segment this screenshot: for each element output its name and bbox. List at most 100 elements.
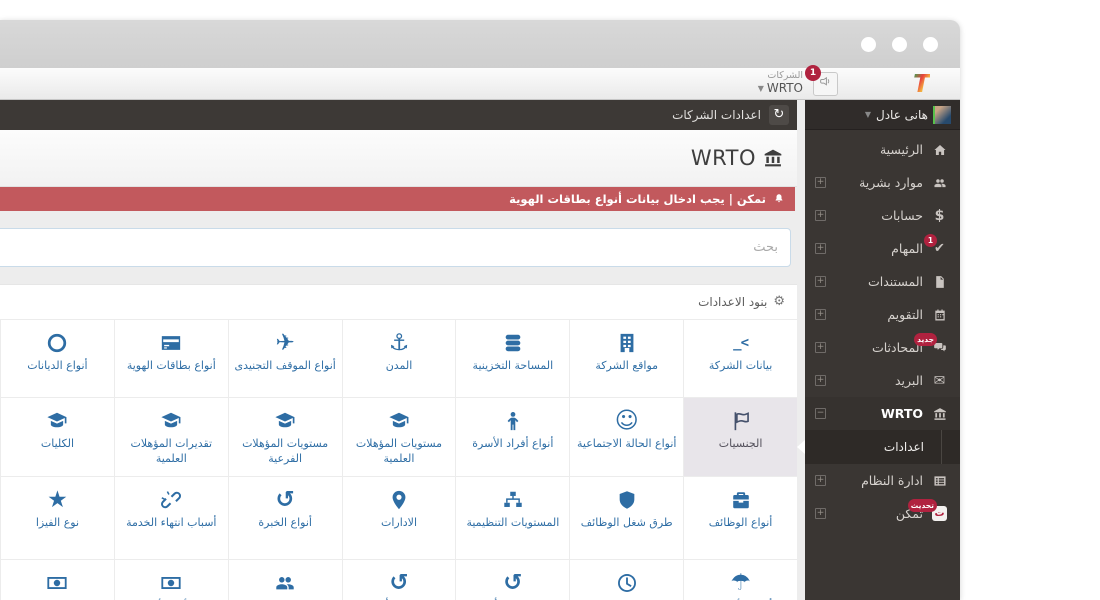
sidebar-item-hr[interactable]: موارد بشرية+ (805, 166, 960, 199)
sidebar-nav: الرئيسيةموارد بشرية+$حسابات+✔المهام1+الم… (805, 130, 960, 530)
sidebar-item-system-admin[interactable]: ادارة النظام+ (805, 464, 960, 497)
window-controls[interactable] (861, 37, 938, 52)
settings-tile-label: المستويات التنظيمية (456, 513, 569, 530)
company-selector-value: WRTO (767, 81, 803, 96)
section-header: ⚙ بنود الاعدادات (0, 285, 797, 309)
settings-tile-history-3-3[interactable]: ↺اعدادات التأمينات (342, 560, 456, 600)
settings-tile-history-2-4[interactable]: ↺أنواع الخبرة (228, 477, 342, 560)
jet-icon: ✈ (229, 329, 342, 356)
expander-icon[interactable]: + (815, 309, 826, 320)
settings-tile-shield-2-1[interactable]: طرق شغل الوظائف (569, 477, 683, 560)
expander-icon[interactable]: − (815, 408, 826, 419)
settings-tile-label: بنود الأجر الأساسية (115, 596, 228, 600)
settings-tile-terminal-0-0[interactable]: >_بيانات الشركة (683, 320, 797, 398)
settings-tile-jet-0-4[interactable]: ✈أنواع الموقف التجنيدى (228, 320, 342, 398)
settings-tile-child-1-2[interactable]: أنواع أفراد الأسرة (455, 398, 569, 477)
expander-icon[interactable]: + (815, 276, 826, 287)
sidebar-item-calendar[interactable]: التقويم+ (805, 298, 960, 331)
user-menu[interactable]: هانى عادل ▼ (805, 100, 960, 130)
window-control-dot[interactable] (892, 37, 907, 52)
settings-tile-label: المساحة التخزينية (456, 356, 569, 373)
expander-icon[interactable]: + (815, 177, 826, 188)
settings-tile-gradcap-1-5[interactable]: تقديرات المؤهلات العلمية (114, 398, 228, 477)
sidebar-item-tasks[interactable]: ✔المهام1+ (805, 232, 960, 265)
alert-text: تمكن | يجب ادخال بيانات أنواع بطاقات اله… (509, 192, 766, 206)
settings-tile-money-3-6[interactable]: بنود الاستقطاعات (0, 560, 114, 600)
settings-tile-anchor-0-3[interactable]: ⚓المدن (342, 320, 456, 398)
file-icon (929, 275, 950, 289)
settings-panel: ⚙ بنود الاعدادات >_بيانات الشركةمواقع ال… (0, 284, 797, 600)
settings-tile-briefcase-2-0[interactable]: أنواع الوظائف (683, 477, 797, 560)
sidebar-item-label: موارد بشرية (826, 175, 929, 190)
sidebar-item-tamakon[interactable]: تتمكنتحديث+ (805, 497, 960, 530)
settings-tile-pin-2-3[interactable]: الادارات (342, 477, 456, 560)
sidebar-item-home[interactable]: الرئيسية (805, 133, 960, 166)
history-icon: ↺ (456, 569, 569, 596)
settings-tile-database-0-2[interactable]: المساحة التخزينية (455, 320, 569, 398)
settings-tile-building-0-1[interactable]: مواقع الشركة (569, 320, 683, 398)
expander-icon[interactable]: + (815, 243, 826, 254)
settings-tile-circle-0-6[interactable]: أنواع الديانات (0, 320, 114, 398)
money-icon (115, 569, 228, 596)
settings-tile-clock-3-1[interactable]: ساعات العمل (569, 560, 683, 600)
settings-tile-idcard-0-5[interactable]: أنواع بطاقات الهوية (114, 320, 228, 398)
page-header: ↻ اعدادات الشركات (0, 100, 797, 130)
notifications-button[interactable]: 1 (813, 72, 838, 96)
settings-tile-label: مستويات المؤهلات الفرعية (229, 434, 342, 467)
sidebar-item-accounts[interactable]: $حسابات+ (805, 199, 960, 232)
clock-icon (570, 569, 683, 596)
sidebar-item-wrto[interactable]: WRTO− (805, 397, 960, 430)
settings-tile-label: المدن (343, 356, 456, 373)
chevron-down-icon: ▼ (865, 110, 871, 119)
expander-icon[interactable]: + (815, 508, 826, 519)
sidebar-item-label: المحادثات (826, 340, 929, 355)
settings-tile-label: نوع الفيزا (1, 513, 114, 530)
settings-tile-label: الادارات (343, 513, 456, 530)
star-icon: ★ (1, 486, 114, 513)
refresh-button[interactable]: ↻ (769, 105, 789, 125)
settings-tile-money-3-5[interactable]: بنود الأجر الأساسية (114, 560, 228, 600)
settings-tile-umbrella-3-0[interactable]: ☂أنواع الأجازات الاعتيادية (683, 560, 797, 600)
shield-icon (570, 486, 683, 513)
sidebar-item-label: الرئيسية (815, 142, 929, 157)
expander-icon[interactable]: + (815, 375, 826, 386)
settings-tile-label: طرق شغل الوظائف (570, 513, 683, 530)
gradcap-icon (343, 407, 456, 434)
sidebar-item-chats[interactable]: المحادثاتجديد+ (805, 331, 960, 364)
window-control-dot[interactable] (861, 37, 876, 52)
company-selector[interactable]: الشركات WRTO ▼ (758, 70, 803, 96)
settings-grid: >_بيانات الشركةمواقع الشركةالمساحة التخز… (0, 319, 797, 600)
expander-icon[interactable]: + (815, 210, 826, 221)
settings-tile-flag-1-0[interactable]: الجنسيات (683, 398, 797, 477)
search-input[interactable] (0, 228, 791, 267)
settings-tile-gradcap-1-6[interactable]: الكليات (0, 398, 114, 477)
settings-tile-label: أنواع الأجازات الاعتيادية (684, 596, 797, 600)
child-icon (456, 407, 569, 434)
alert-bar: تمكن | يجب ادخال بيانات أنواع بطاقات اله… (0, 187, 795, 211)
settings-tile-sitemap-2-2[interactable]: المستويات التنظيمية (455, 477, 569, 560)
window-control-dot[interactable] (923, 37, 938, 52)
database-icon (456, 329, 569, 356)
sidebar-item-mail[interactable]: ✉البريد+ (805, 364, 960, 397)
settings-tile-gradcap-1-3[interactable]: مستويات المؤهلات العلمية (342, 398, 456, 477)
settings-tile-history-3-2[interactable]: ↺اعدادات التأخير (455, 560, 569, 600)
settings-tile-label: مستويات المؤهلات العلمية (343, 434, 456, 467)
avatar (933, 106, 951, 124)
gradcap-icon (229, 407, 342, 434)
expander-icon[interactable]: + (815, 475, 826, 486)
history-icon: ↺ (343, 569, 456, 596)
settings-tile-star-2-6[interactable]: ★نوع الفيزا (0, 477, 114, 560)
settings-tile-group-3-4[interactable]: مجموعات الموظفين (228, 560, 342, 600)
circle-icon (1, 329, 114, 356)
settings-tile-label: ساعات العمل (570, 596, 683, 600)
settings-tile-brokenlink-2-5[interactable]: أسباب انتهاء الخدمة (114, 477, 228, 560)
screen: T 1 الشركات WRTO ▼ ↻ اعدادات الشركات (0, 0, 1100, 600)
expander-icon[interactable]: + (815, 342, 826, 353)
sidebar-item-settings[interactable]: اعدادات (805, 430, 960, 464)
building-icon (570, 329, 683, 356)
settings-tile-smiley-1-1[interactable]: ☺أنواع الحالة الاجتماعية (569, 398, 683, 477)
sidebar-item-documents[interactable]: المستندات+ (805, 265, 960, 298)
settings-tile-label: مواقع الشركة (570, 356, 683, 373)
browser-window: T 1 الشركات WRTO ▼ ↻ اعدادات الشركات (0, 20, 960, 600)
settings-tile-gradcap-1-4[interactable]: مستويات المؤهلات الفرعية (228, 398, 342, 477)
